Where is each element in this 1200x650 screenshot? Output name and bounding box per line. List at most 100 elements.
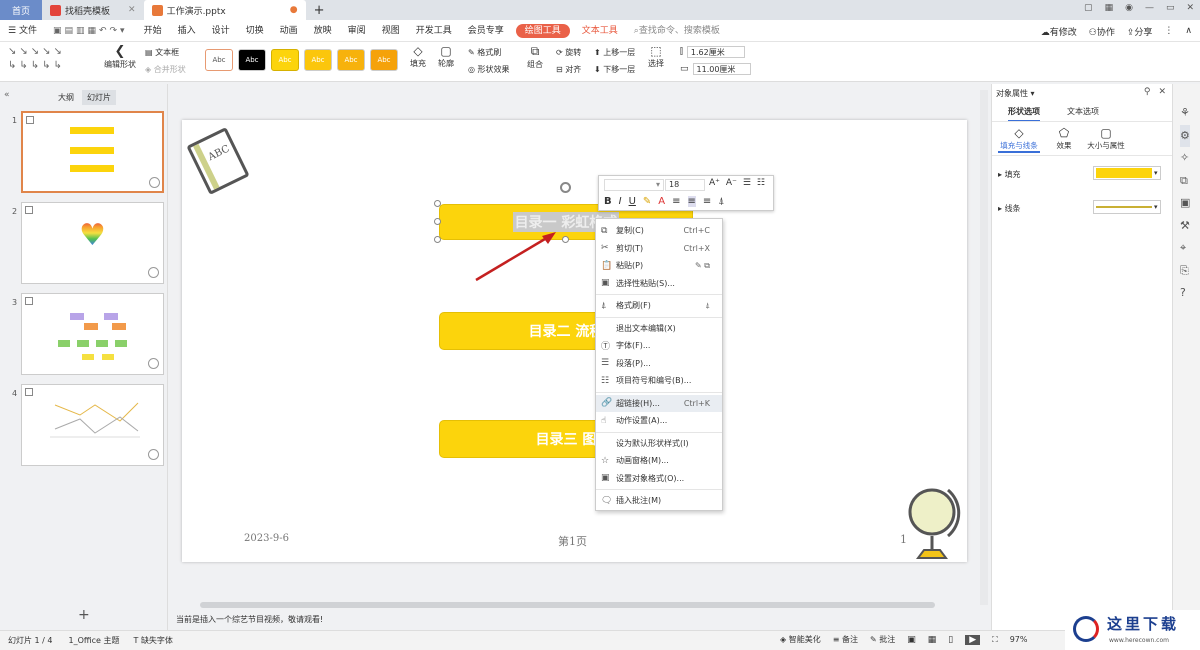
resize-handle[interactable] <box>434 236 441 243</box>
format-painter-button[interactable]: ✎ 格式刷 <box>468 47 501 58</box>
combine-button[interactable]: ⧉ 组合 <box>527 44 543 70</box>
tools-icon[interactable]: ⚒ <box>1180 215 1190 238</box>
rotate-handle-icon[interactable] <box>560 182 571 193</box>
align-button[interactable]: ⊟ 对齐 <box>556 64 581 75</box>
menu-design[interactable]: 设计 <box>204 20 238 42</box>
resize-handle[interactable] <box>434 218 441 225</box>
comments-button[interactable]: ✎ 批注 <box>870 634 895 645</box>
tab-drawing-tools[interactable]: 绘图工具 <box>515 23 570 38</box>
zoom-fit-icon[interactable]: ⛶ <box>992 635 998 645</box>
add-slide-button[interactable]: + <box>78 607 90 623</box>
height-input[interactable]: 11.00厘米 <box>692 63 751 75</box>
font-color-icon[interactable]: A <box>658 196 665 207</box>
copy-slide-icon[interactable]: ⧉ <box>1180 170 1190 193</box>
close-panel-icon[interactable]: ✕ <box>1158 87 1166 97</box>
quick-access-icons[interactable]: ▣▤▥▦↶↷▾ <box>45 20 136 42</box>
fill-color-select[interactable]: ▾ <box>1093 166 1161 180</box>
fill-section-toggle[interactable]: ▸ 填充 <box>998 169 1021 180</box>
fill-button[interactable]: ◇ 填充 <box>410 44 426 69</box>
shape-effects-button[interactable]: ◎ 形状效果 <box>468 64 510 75</box>
font-family-select[interactable]: ▾ <box>604 179 664 191</box>
location-icon[interactable]: ⌖ <box>1180 237 1190 260</box>
pin-icon[interactable]: ⚲ <box>1144 87 1151 97</box>
slide-thumbnail-4[interactable] <box>21 384 164 466</box>
close-icon[interactable]: ✕ <box>128 5 136 15</box>
menu-view[interactable]: 视图 <box>374 20 408 42</box>
collapse-panel-icon[interactable]: « <box>4 90 10 100</box>
animation-pin-icon[interactable]: ✧ <box>1180 147 1190 170</box>
smart-beautify-button[interactable]: ◈ 智能美化 <box>780 634 821 645</box>
menu-item-bullets[interactable]: ☷ 项目符号和编号(B)... <box>596 372 722 390</box>
menu-item-paragraph[interactable]: ☰ 段落(P)... <box>596 355 722 373</box>
subtab-fill-line[interactable]: ◇ 填充与线条 <box>998 126 1040 153</box>
help-icon[interactable]: ? <box>1180 282 1190 305</box>
bold-icon[interactable]: B <box>604 196 612 207</box>
changes-button[interactable]: ☁有修改 <box>1041 25 1077 38</box>
tab-shape-options[interactable]: 形状选项 <box>1008 106 1040 122</box>
edit-shape-button[interactable]: ❮ 编辑形状 <box>100 44 140 70</box>
menu-item-insert-comment[interactable]: 🗨 插入批注(M) <box>596 492 722 510</box>
font-size-select[interactable]: 18 <box>665 179 705 191</box>
style-amber[interactable]: Abc <box>337 49 365 71</box>
more-icon[interactable]: ⋮ <box>1164 26 1173 36</box>
align-left-icon[interactable]: ≡ <box>672 196 680 207</box>
rotate-button[interactable]: ⟳ 旋转 <box>556 47 581 58</box>
zoom-level[interactable]: 97% <box>1010 635 1028 644</box>
notes-button[interactable]: ≡ 备注 <box>833 634 858 645</box>
style-yellow[interactable]: Abc <box>271 49 299 71</box>
grid-icon[interactable]: ▦ <box>1105 3 1114 13</box>
menu-item-copy[interactable]: ⧉ 复制(C) Ctrl+C <box>596 222 722 240</box>
menu-review[interactable]: 审阅 <box>340 20 374 42</box>
menu-item-hyperlink[interactable]: 🔗 超链接(H)... Ctrl+K <box>596 394 722 412</box>
template-tab[interactable]: 找稻壳模板 ✕ <box>42 0 144 20</box>
decrease-font-icon[interactable]: A⁻ <box>726 178 737 188</box>
tab-text-options[interactable]: 文本选项 <box>1067 106 1099 117</box>
document-tab[interactable]: 工作演示.pptx ● <box>143 0 306 20</box>
resize-handle[interactable] <box>562 236 569 243</box>
slide-thumbnail-2[interactable]: ♥ <box>21 202 164 284</box>
menu-item-object-format[interactable]: ▣ 设置对象格式(O)... <box>596 470 722 488</box>
slide-thumbnail-3[interactable] <box>21 293 164 375</box>
style-gold[interactable]: Abc <box>304 49 332 71</box>
properties-icon[interactable]: ⚙ <box>1180 124 1191 147</box>
menu-transition[interactable]: 切换 <box>238 20 272 42</box>
tab-outline[interactable]: 大纲 <box>58 92 74 103</box>
magic-icon[interactable]: ⚘ <box>1180 102 1190 125</box>
new-tab-button[interactable]: + <box>306 0 333 20</box>
style-orange[interactable]: Abc <box>370 49 398 71</box>
increase-font-icon[interactable]: A⁺ <box>709 178 720 188</box>
missing-font-button[interactable]: T 缺失字体 <box>134 635 173 646</box>
width-input[interactable]: 1.62厘米 <box>686 46 745 58</box>
reading-view-icon[interactable]: ▯ <box>948 635 953 645</box>
vertical-scrollbar[interactable] <box>980 90 988 605</box>
minimize-icon[interactable]: — <box>1145 3 1154 13</box>
theme-name[interactable]: 1_Office 主题 <box>69 635 120 646</box>
tab-slides[interactable]: 幻灯片 <box>82 90 116 105</box>
text-box-button[interactable]: ▤ 文本框 <box>145 47 179 58</box>
paste-options-icons[interactable]: ✎ ⧉ <box>695 261 710 271</box>
normal-view-icon[interactable]: ▣ <box>907 635 916 645</box>
collab-button[interactable]: ⚇协作 <box>1089 25 1115 38</box>
format-brush-icon[interactable]: ⍋ <box>718 196 724 207</box>
avatar-icon[interactable]: ◉ <box>1125 3 1133 13</box>
menu-start[interactable]: 开始 <box>136 20 170 42</box>
sorter-view-icon[interactable]: ▦ <box>928 635 937 645</box>
play-icon[interactable]: ▶ <box>965 634 981 645</box>
file-menu[interactable]: ☰ 文件 <box>0 20 45 42</box>
menu-insert[interactable]: 插入 <box>170 20 204 42</box>
close-window-icon[interactable]: ✕ <box>1186 3 1194 13</box>
italic-icon[interactable]: I <box>619 196 622 207</box>
merge-shape-button[interactable]: ◈ 合并形状 <box>145 64 186 75</box>
menu-item-cut[interactable]: ✂ 剪切(T) Ctrl+X <box>596 240 722 258</box>
style-black[interactable]: Abc <box>238 49 266 71</box>
line-spacing-icon[interactable]: ☰ <box>743 178 751 188</box>
highlight-icon[interactable]: ✎ <box>643 196 651 207</box>
align-right-icon[interactable]: ≡ <box>703 196 711 207</box>
maximize-icon[interactable]: ▭ <box>1166 3 1175 13</box>
align-center-icon[interactable]: ≡ <box>687 196 696 207</box>
outline-button[interactable]: ▢ 轮廓 <box>438 44 454 69</box>
line-shapes-gallery[interactable]: ↘↘↘↘↘ ↳↳↳↳↳ <box>8 45 88 77</box>
slide-thumbnail-1[interactable] <box>21 111 164 193</box>
home-tab[interactable]: 首页 <box>0 0 42 20</box>
menu-item-format-brush[interactable]: ⍋ 格式刷(F) ⍋ <box>596 297 722 315</box>
